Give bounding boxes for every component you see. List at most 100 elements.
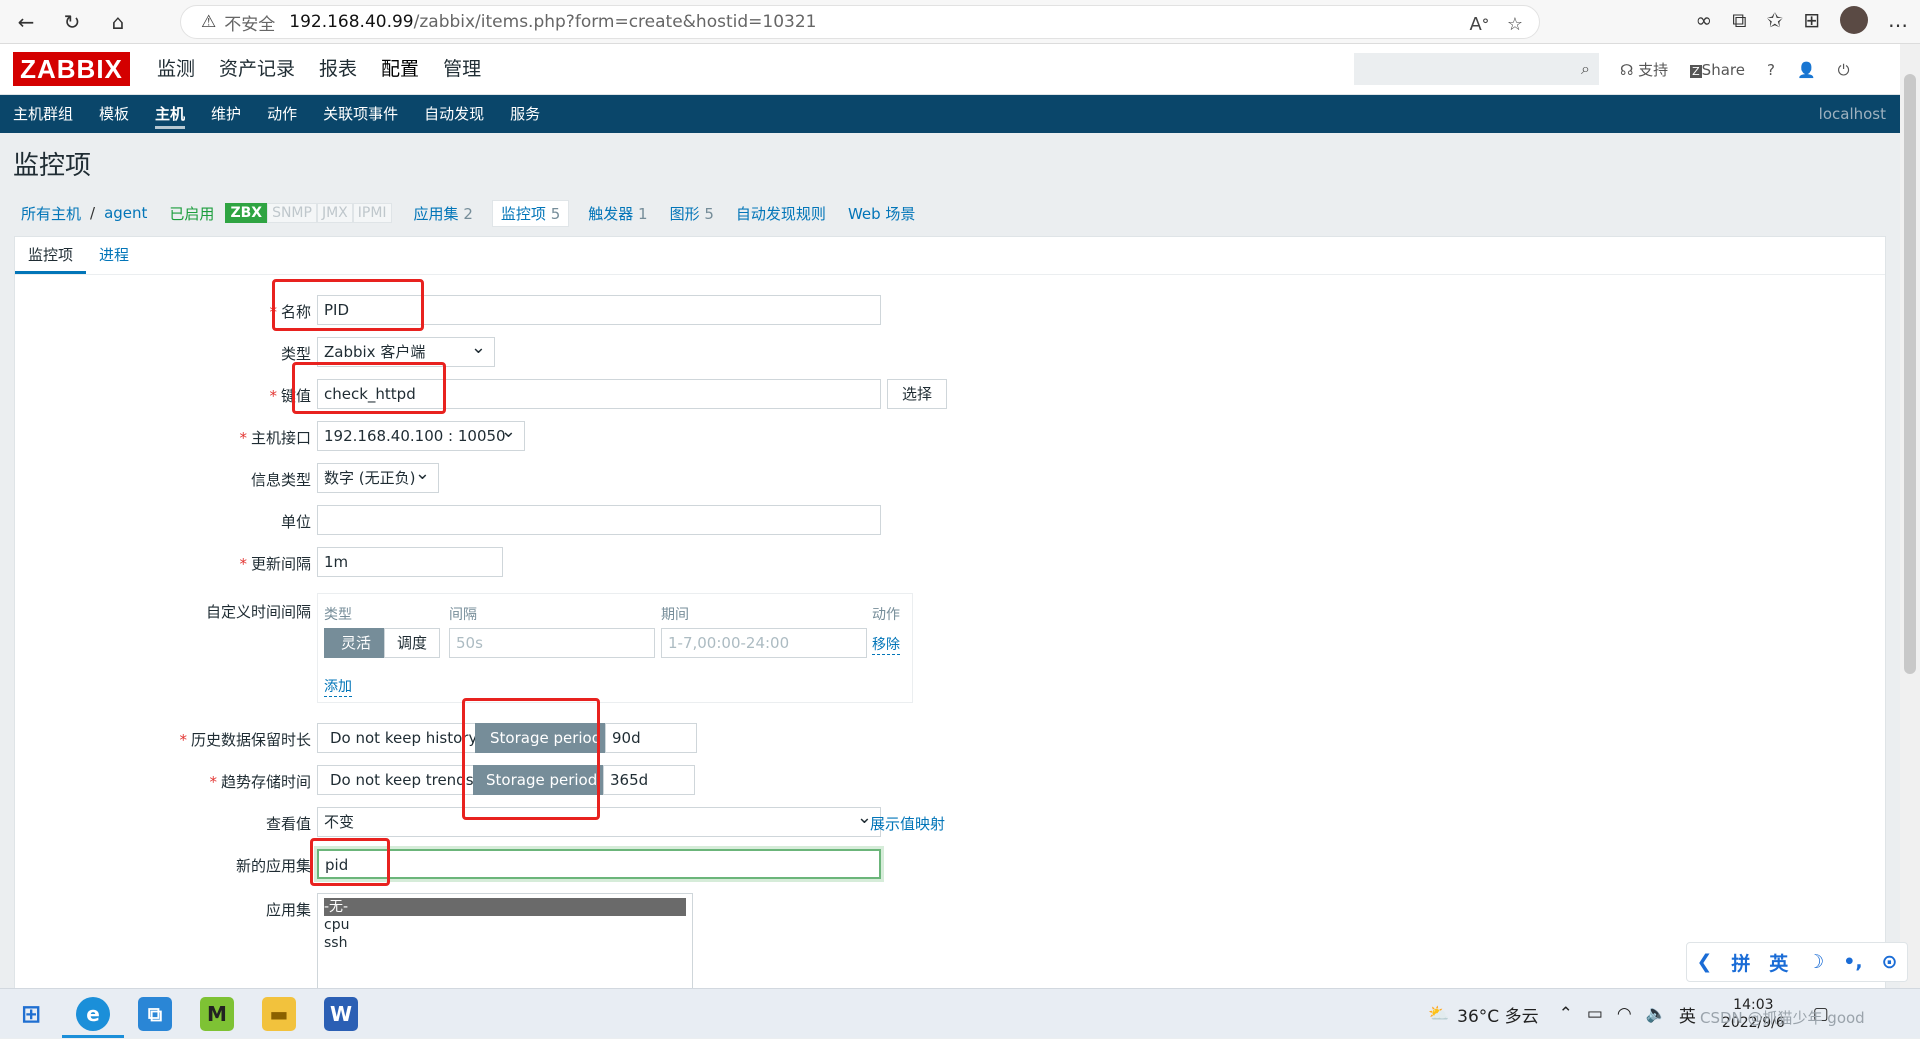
new-application-input[interactable]: pid xyxy=(317,849,881,879)
zabbix-logo[interactable]: ZABBIX xyxy=(13,52,130,86)
word-icon[interactable]: W xyxy=(324,997,358,1031)
key-select-button[interactable]: 选择 xyxy=(887,379,948,409)
url-path: /zabbix/items.php?form=create&hostid=103… xyxy=(413,12,817,32)
form-tabs: 监控项 进程 xyxy=(15,237,1885,275)
graphs-link[interactable]: 图形 5 xyxy=(670,203,714,224)
tab-preprocessing[interactable]: 进程 xyxy=(86,237,142,274)
unit-input[interactable] xyxy=(317,505,881,535)
volume-icon[interactable]: 🔈 xyxy=(1646,1004,1667,1024)
ime-logo-icon[interactable]: ❮ xyxy=(1696,951,1712,973)
submenu-actions[interactable]: 动作 xyxy=(254,95,310,133)
tab-item[interactable]: 监控项 xyxy=(15,237,87,274)
global-search-input[interactable]: ⌕ xyxy=(1354,53,1599,85)
battery-icon[interactable]: ▭ xyxy=(1587,1004,1603,1024)
warning-icon: ⚠ xyxy=(201,12,217,32)
menu-administration[interactable]: 管理 xyxy=(431,44,493,95)
vmware-icon[interactable]: ⧉ xyxy=(138,997,172,1031)
infinity-icon[interactable]: ∞ xyxy=(1696,8,1713,32)
custom-interval-input[interactable]: 50s xyxy=(449,628,655,658)
application-option[interactable]: cpu xyxy=(324,916,686,934)
tray-chevron-icon[interactable]: ⌃ xyxy=(1559,1004,1573,1024)
info-type-select[interactable]: 数字 (无正负) xyxy=(317,460,439,493)
page-scrollbar[interactable] xyxy=(1900,44,1920,988)
menu-reports[interactable]: 报表 xyxy=(307,44,369,95)
favorites-icon[interactable]: ✩ xyxy=(1766,8,1783,32)
submenu-maintenance[interactable]: 维护 xyxy=(198,95,254,133)
custom-scheduling-button[interactable]: 调度 xyxy=(384,628,441,658)
show-value-mappings-link[interactable]: 展示值映射 xyxy=(870,813,945,834)
read-aloud-icon[interactable]: Aᐤ xyxy=(1470,14,1489,35)
custom-period-input[interactable]: 1-7,00:00-24:00 xyxy=(661,628,867,658)
annotation-box-key xyxy=(292,362,446,414)
scrollbar-thumb[interactable] xyxy=(1904,74,1916,674)
custom-flexible-button[interactable]: 灵活 xyxy=(324,628,389,658)
submenu-discovery[interactable]: 自动发现 xyxy=(411,95,497,133)
items-link[interactable]: 监控项 5 xyxy=(491,199,570,227)
application-option[interactable]: -无- xyxy=(324,898,686,916)
mobaxterm-icon[interactable]: M xyxy=(200,997,234,1031)
logout-icon[interactable]: ⏻ xyxy=(1838,61,1850,79)
share-link[interactable]: Z Share xyxy=(1690,61,1745,79)
weather-text[interactable]: 36°C 多云 xyxy=(1457,1002,1538,1027)
file-explorer-icon[interactable]: ▬ xyxy=(262,997,296,1031)
interval-input[interactable]: 1m xyxy=(317,547,503,577)
trends-period-input[interactable]: 365d xyxy=(603,765,695,795)
search-icon[interactable]: ⌕ xyxy=(1581,59,1590,79)
ime-pinyin-button[interactable]: 拼 xyxy=(1731,949,1750,976)
submenu-services[interactable]: 服务 xyxy=(497,95,553,133)
menu-monitoring[interactable]: 监测 xyxy=(145,44,207,95)
windows-start-icon[interactable]: ⊞ xyxy=(14,997,48,1031)
row-unit: 单位 xyxy=(15,505,1887,537)
submenu-host-groups[interactable]: 主机群组 xyxy=(0,95,86,133)
web-scenarios-link[interactable]: Web 场景 xyxy=(848,203,915,224)
ime-moon-icon[interactable]: ☽ xyxy=(1807,951,1824,973)
ime-settings-icon[interactable]: ⊙ xyxy=(1882,951,1898,973)
status-enabled[interactable]: 已启用 xyxy=(169,203,214,224)
all-hosts-link[interactable]: 所有主机 xyxy=(21,203,81,224)
main-menu: 监测 资产记录 报表 配置 管理 xyxy=(145,44,493,95)
back-icon[interactable]: ← xyxy=(6,4,46,40)
annotation-box-storage xyxy=(462,698,600,820)
more-icon[interactable]: … xyxy=(1888,8,1908,32)
discovery-rules-link[interactable]: 自动发现规则 xyxy=(736,203,826,224)
menu-configuration[interactable]: 配置 xyxy=(369,44,431,95)
annotation-box-new-app xyxy=(310,838,390,886)
input-language[interactable]: 英 xyxy=(1679,1002,1696,1027)
host-link[interactable]: agent xyxy=(104,204,147,222)
insecure-label: 不安全 xyxy=(224,14,276,35)
history-period-input[interactable]: 90d xyxy=(605,723,697,753)
custom-add-link[interactable]: 添加 xyxy=(324,676,352,697)
applications-link[interactable]: 应用集 2 xyxy=(414,203,473,224)
favorite-add-icon[interactable]: ☆ xyxy=(1507,14,1523,35)
profile-avatar[interactable] xyxy=(1840,6,1868,34)
custom-intervals-table: 类型 间隔 期间 动作 灵活 调度 50s 1-7,00:00-24:00 移除… xyxy=(317,593,913,703)
support-link[interactable]: ☊ 支持 xyxy=(1620,59,1668,80)
row-applications: 应用集 -无- cpu ssh xyxy=(15,893,1887,997)
help-link[interactable]: ? xyxy=(1767,61,1775,79)
ime-english-button[interactable]: 英 xyxy=(1769,949,1788,976)
triggers-link[interactable]: 触发器 1 xyxy=(588,203,647,224)
wifi-icon[interactable]: ◠ xyxy=(1617,1004,1632,1024)
edge-browser-icon[interactable]: e xyxy=(76,997,110,1031)
menu-inventory[interactable]: 资产记录 xyxy=(207,44,307,95)
submenu-hosts[interactable]: 主机 xyxy=(142,95,198,133)
submenu-templates[interactable]: 模板 xyxy=(86,95,142,133)
ime-punct-icon[interactable]: •, xyxy=(1843,951,1862,973)
extensions-icon[interactable]: ⧉ xyxy=(1732,8,1746,32)
custom-col-action: 动作 xyxy=(872,607,900,623)
headset-icon: ☊ xyxy=(1620,61,1634,79)
applications-listbox[interactable]: -无- cpu ssh xyxy=(317,893,693,997)
submenu-event-correlation[interactable]: 关联项事件 xyxy=(310,95,411,133)
home-icon[interactable]: ⌂ xyxy=(98,4,138,40)
address-bar[interactable]: ⚠ 不安全 192.168.40.99/zabbix/items.php?for… xyxy=(180,5,1540,39)
application-option[interactable]: ssh xyxy=(324,934,686,952)
share-icon: Z xyxy=(1690,64,1702,78)
interface-select[interactable]: 192.168.40.100 : 10050 xyxy=(317,418,525,451)
ipmi-availability-badge: IPMI xyxy=(352,203,392,223)
user-profile-icon[interactable]: 👤 xyxy=(1797,61,1816,79)
weather-icon[interactable]: ⛅ xyxy=(1428,1004,1449,1024)
csdn-watermark: CSDN @抓猫少年 good xyxy=(1700,1009,1865,1027)
refresh-icon[interactable]: ↻ xyxy=(52,4,92,40)
custom-remove-link[interactable]: 移除 xyxy=(872,634,900,655)
collections-icon[interactable]: ⊞ xyxy=(1803,8,1820,32)
